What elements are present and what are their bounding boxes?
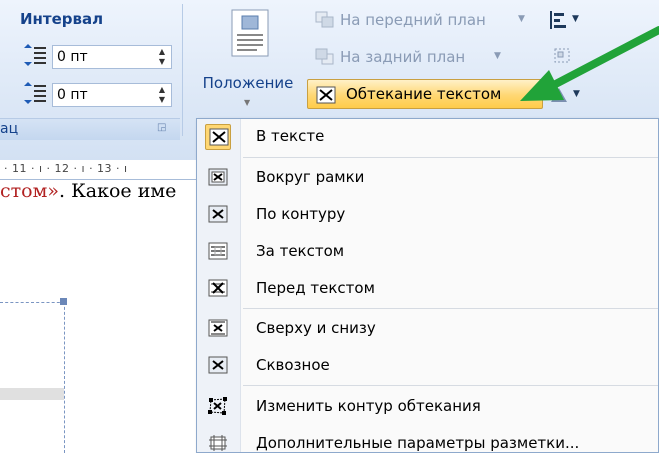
spacing-after-icon bbox=[24, 82, 46, 104]
bring-front-icon bbox=[315, 11, 334, 28]
spacing-before-value: 0 пт bbox=[57, 49, 88, 65]
through-wrap-icon bbox=[205, 353, 231, 379]
document-object-frame[interactable] bbox=[0, 302, 65, 453]
menu-item-square[interactable]: Вокруг рамки bbox=[198, 161, 658, 195]
dialog-launcher-icon[interactable]: ◲ bbox=[157, 122, 166, 133]
menu-item-label: Перед текстом bbox=[256, 279, 375, 297]
menu-item-in-front[interactable]: Перед текстом bbox=[198, 272, 658, 306]
menu-item-label: По контуру bbox=[256, 205, 346, 223]
position-button[interactable]: Положение ▼ bbox=[192, 6, 304, 114]
paragraph-group-label: ац bbox=[0, 121, 19, 137]
spacing-before-input[interactable]: 0 пт ▲ ▼ bbox=[52, 45, 172, 69]
document-text: стом». Какое име bbox=[0, 180, 176, 202]
interval-title: Интервал bbox=[20, 10, 104, 28]
in-front-icon bbox=[205, 276, 231, 302]
send-back-button[interactable]: На задний план bbox=[340, 48, 465, 66]
behind-text-icon bbox=[205, 239, 231, 265]
wrap-text-button[interactable]: Обтекание текстом bbox=[307, 79, 543, 109]
document-object-band bbox=[0, 388, 64, 400]
send-back-icon bbox=[315, 48, 334, 65]
align-icon[interactable] bbox=[548, 10, 570, 30]
menu-item-edit-wrap-points[interactable]: Изменить контур обтекания bbox=[198, 390, 658, 424]
wrap-text-icon bbox=[316, 86, 336, 104]
spacing-before-icon bbox=[24, 44, 46, 66]
document-red-text: стом» bbox=[0, 180, 59, 202]
rotate-icon[interactable] bbox=[548, 85, 570, 105]
menu-item-label: Вокруг рамки bbox=[256, 168, 365, 186]
group-separator bbox=[182, 4, 183, 136]
spacing-after-value: 0 пт bbox=[57, 87, 88, 103]
menu-item-through[interactable]: Сквозное bbox=[198, 349, 658, 383]
menu-item-more-layout[interactable]: Дополнительные параметры разметки... bbox=[198, 427, 658, 453]
chevron-down-icon: ▼ bbox=[244, 98, 251, 107]
spinner-arrows-icon[interactable]: ▲ ▼ bbox=[159, 47, 165, 67]
spinner-arrows-icon[interactable]: ▲ ▼ bbox=[159, 85, 165, 105]
menu-item-label: Сверху и снизу bbox=[256, 319, 376, 337]
menu-item-tight[interactable]: По контуру bbox=[198, 198, 658, 232]
tight-wrap-icon bbox=[205, 202, 231, 228]
bring-front-button[interactable]: На передний план bbox=[340, 11, 486, 29]
position-label: Положение bbox=[202, 74, 294, 92]
square-wrap-icon bbox=[205, 165, 231, 191]
menu-item-label: Изменить контур обтекания bbox=[256, 397, 481, 415]
menu-separator bbox=[243, 157, 658, 158]
resize-handle[interactable] bbox=[60, 298, 67, 305]
wrap-text-label: Обтекание текстом bbox=[346, 85, 502, 103]
more-layout-icon bbox=[205, 431, 231, 453]
chevron-down-icon: ▼ bbox=[494, 51, 501, 61]
menu-separator bbox=[243, 308, 658, 309]
menu-item-in-line[interactable]: В тексте bbox=[198, 120, 658, 154]
top-bottom-icon bbox=[205, 316, 231, 342]
menu-item-behind-text[interactable]: За текстом bbox=[198, 235, 658, 269]
menu-item-label: Сквозное bbox=[256, 356, 330, 374]
chevron-down-icon: ▼ bbox=[572, 14, 579, 24]
group-label-bar bbox=[0, 118, 180, 140]
menu-item-label: В тексте bbox=[256, 127, 325, 145]
chevron-down-icon: ▼ bbox=[573, 89, 580, 99]
spacing-after-input[interactable]: 0 пт ▲ ▼ bbox=[52, 83, 172, 107]
wrap-text-menu: В тексте Вокруг рамки По контуру За текс… bbox=[196, 118, 659, 453]
group-icon[interactable] bbox=[552, 46, 574, 66]
menu-separator bbox=[243, 385, 658, 386]
menu-item-label: Дополнительные параметры разметки... bbox=[256, 434, 580, 452]
edit-wrap-points-icon bbox=[205, 394, 231, 420]
menu-item-top-bottom[interactable]: Сверху и снизу bbox=[198, 312, 658, 346]
menu-item-label: За текстом bbox=[256, 242, 345, 260]
document-black-text: . Какое име bbox=[59, 180, 177, 202]
position-icon bbox=[231, 9, 269, 57]
ruler-ticks: · 11 · ı · 12 · ı · 13 · ı bbox=[4, 162, 128, 175]
in-line-icon bbox=[205, 124, 231, 150]
chevron-down-icon: ▼ bbox=[518, 14, 525, 24]
